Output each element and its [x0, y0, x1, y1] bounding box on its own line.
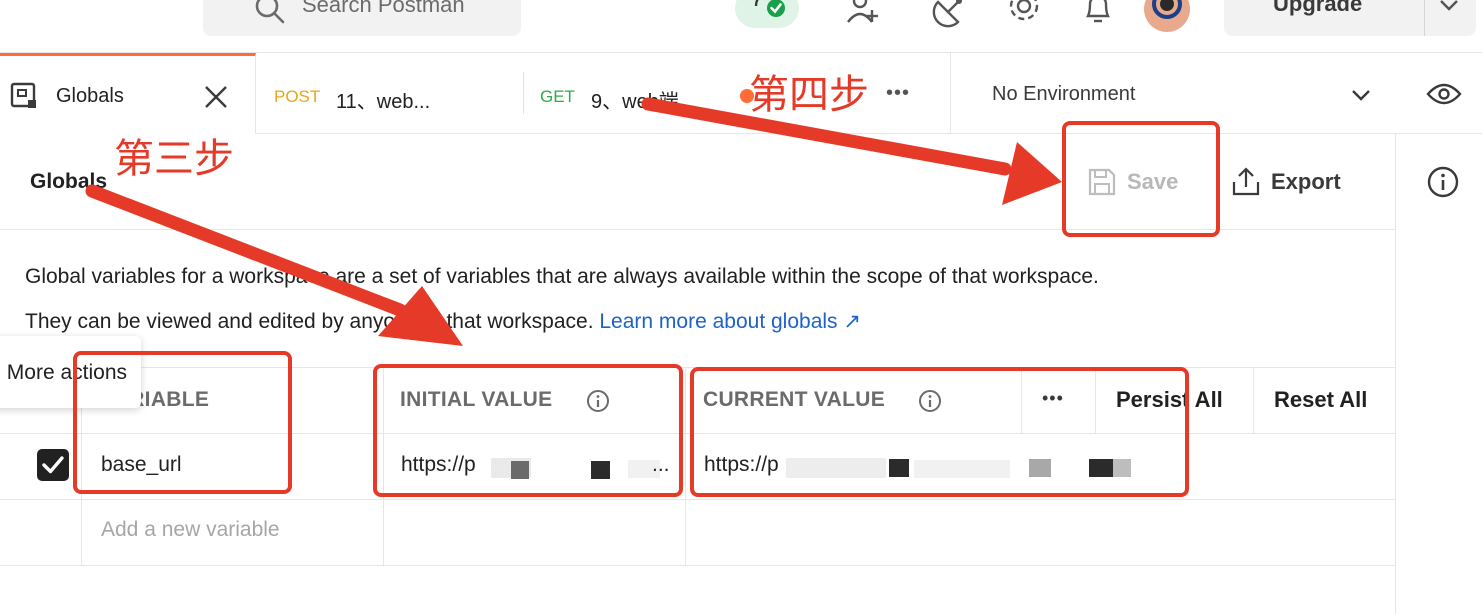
cloud-sync-icon: [754, 0, 785, 17]
annotation-box-variable: [73, 351, 292, 494]
right-rail-divider: [1395, 134, 1396, 614]
satellite-icon[interactable]: [932, 0, 968, 30]
tab-post-method: POST: [274, 87, 321, 106]
tab-more-icon[interactable]: •••: [886, 82, 910, 105]
export-button[interactable]: Export: [1271, 169, 1341, 195]
globals-icon: [10, 82, 36, 108]
description-line-1: Global variables for a workspace are a s…: [25, 265, 1099, 288]
environment-chevron-icon[interactable]: [1350, 88, 1372, 104]
annotation-step4: 第四步: [749, 72, 869, 118]
table-bottom-border: [0, 565, 1395, 566]
annotation-box-initial-value: [373, 364, 683, 497]
arrow-step3-shaft: [85, 184, 407, 317]
col-divider: [1253, 367, 1254, 433]
tab-globals-label: Globals: [56, 85, 124, 107]
close-icon[interactable]: [203, 84, 229, 110]
environment-divider: [950, 53, 951, 133]
row-enabled-checkbox[interactable]: [37, 449, 69, 481]
gear-icon[interactable]: [1006, 0, 1042, 28]
annotation-step3: 第三步: [114, 136, 234, 182]
annotation-box-current-value: [690, 367, 1189, 497]
upgrade-label: Upgrade: [1273, 0, 1363, 16]
tab-separator: [523, 72, 524, 114]
page-title: Globals: [30, 170, 108, 193]
add-variable-input[interactable]: Add a new variable: [101, 518, 280, 542]
check-icon: [42, 456, 64, 474]
environment-selector[interactable]: No Environment: [992, 83, 1135, 106]
export-icon: [1232, 167, 1260, 196]
description-line-2: They can be viewed and edited by anyone …: [25, 309, 861, 334]
tab-get-label[interactable]: 9、web端...: [591, 85, 695, 114]
arrow-step4-head: [1002, 142, 1062, 205]
learn-more-link[interactable]: Learn more about globals ↗: [599, 310, 861, 333]
eye-icon[interactable]: [1426, 82, 1462, 106]
annotation-box-save: [1062, 121, 1220, 237]
col-divider: [685, 367, 686, 565]
reset-all-button[interactable]: Reset All: [1274, 387, 1367, 413]
upgrade-divider: [1424, 0, 1425, 36]
chevron-down-icon[interactable]: [1438, 0, 1460, 14]
info-icon[interactable]: [1427, 166, 1459, 198]
tab-post-label[interactable]: 11、web...: [336, 85, 430, 114]
description-text: They can be viewed and edited by anyone …: [25, 310, 594, 333]
bell-icon[interactable]: [1080, 0, 1116, 28]
table-row-border: [0, 499, 1395, 500]
tab-get-method: GET: [540, 87, 575, 106]
search-icon: [255, 0, 285, 24]
add-user-icon[interactable]: [845, 0, 881, 30]
search-input[interactable]: Search Postman: [302, 0, 465, 18]
